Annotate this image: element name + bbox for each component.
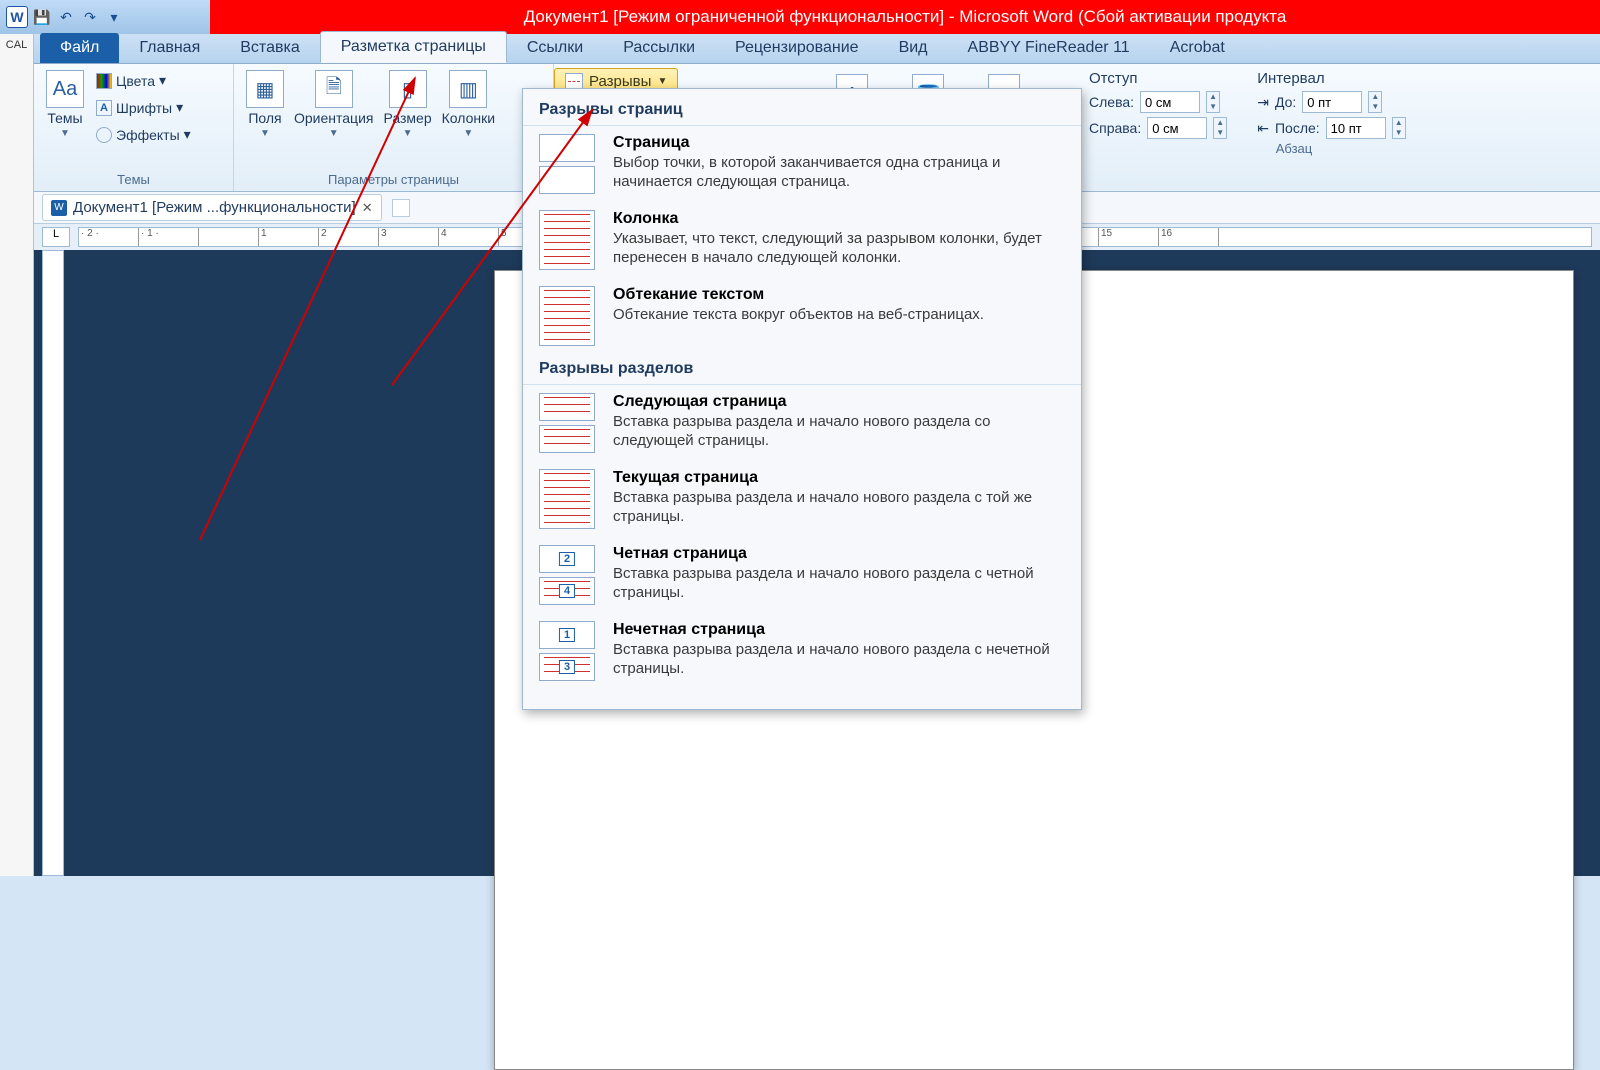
indent-right-label: Справа: [1089,120,1141,136]
indent-header: Отступ [1089,70,1227,87]
close-icon[interactable]: ✕ [362,200,373,216]
quick-access-toolbar: W 💾 ↶ ↷ ▾ [0,0,210,34]
spacing-before-icon: ⇥ [1257,94,1269,111]
margins-button[interactable]: ▦Поля▼ [244,68,286,141]
break-option-even-page[interactable]: Четная страницаВставка разрыва раздела и… [523,537,1081,613]
spinner[interactable]: ▲▼ [1213,117,1227,139]
tab-references[interactable]: Ссылки [507,33,603,63]
tab-mailings[interactable]: Рассылки [603,33,715,63]
breaks-icon [565,73,583,89]
group-paragraph: Отступ Слева: ▲▼ Справа: ▲▼ Интервал ⇥ До: ▲… [1079,64,1509,160]
ribbon-tabs: Файл Главная Вставка Разметка страницы С… [34,34,1600,64]
orientation-button[interactable]: 🗎Ориентация▼ [292,68,375,141]
spacing-header: Интервал [1257,70,1405,87]
left-app-fragment: CAL [6,39,27,51]
columns-button[interactable]: ▥Колонки▼ [440,68,497,141]
title-bar: W 💾 ↶ ↷ ▾ Документ1 [Режим ограниченной … [0,0,1600,34]
break-option-next-page[interactable]: Следующая страницаВставка разрыва раздел… [523,385,1081,461]
break-option-text-wrap[interactable]: Обтекание текстомОбтекание текста вокруг… [523,278,1081,354]
breaks-dropdown-menu: Разрывы страниц СтраницаВыбор точки, в к… [522,88,1082,710]
dropdown-section-page-breaks: Разрывы страниц [523,95,1081,126]
margins-icon: ▦ [246,70,284,108]
indent-left-label: Слева: [1089,94,1134,110]
redo-icon[interactable]: ↷ [80,7,100,27]
tab-page-layout[interactable]: Разметка страницы [320,31,507,63]
spinner[interactable]: ▲▼ [1368,91,1382,113]
break-option-column[interactable]: КолонкаУказывает, что текст, следующий з… [523,202,1081,278]
spacing-after-input[interactable] [1326,117,1386,139]
themes-label: Темы [47,110,82,126]
themes-icon: Aa [46,70,84,108]
spinner[interactable]: ▲▼ [1392,117,1406,139]
group-themes: Aa Темы ▼ Цвета ▾ AШрифты ▾ Эффекты ▾ Те… [34,64,234,191]
window-title: Документ1 [Режим ограниченной функционал… [210,0,1600,34]
tab-view[interactable]: Вид [879,33,948,63]
theme-colors-button[interactable]: Цвета ▾ [92,70,195,91]
left-app-strip: CAL [0,34,34,876]
tab-abbyy[interactable]: ABBYY FineReader 11 [948,33,1150,63]
group-page-setup-label: Параметры страницы [244,170,543,189]
orientation-icon: 🗎 [315,70,353,108]
tab-file[interactable]: Файл [40,33,119,63]
save-icon[interactable]: 💾 [32,7,52,27]
spacing-before-label: До: [1275,94,1296,110]
break-option-page[interactable]: СтраницаВыбор точки, в которой заканчива… [523,126,1081,202]
spacing-after-label: После: [1275,120,1320,136]
themes-button[interactable]: Aa Темы ▼ [44,68,86,141]
spinner[interactable]: ▲▼ [1206,91,1220,113]
group-themes-label: Темы [44,170,223,189]
dropdown-caret-icon: ▼ [60,128,70,139]
tab-acrobat[interactable]: Acrobat [1150,33,1245,63]
new-tab-icon[interactable] [392,199,410,217]
group-page-setup: ▦Поля▼ 🗎Ориентация▼ ▯Размер▼ ▥Колонки▼ П… [234,64,554,191]
theme-effects-button[interactable]: Эффекты ▾ [92,124,195,145]
document-tab[interactable]: W Документ1 [Режим ...функциональности] … [42,194,382,221]
spacing-after-icon: ⇤ [1257,120,1269,137]
break-option-continuous[interactable]: Текущая страницаВставка разрыва раздела … [523,461,1081,537]
tab-home[interactable]: Главная [119,33,220,63]
size-icon: ▯ [389,70,427,108]
indent-right-input[interactable] [1147,117,1207,139]
dropdown-section-section-breaks: Разрывы разделов [523,354,1081,385]
indent-left-input[interactable] [1140,91,1200,113]
fonts-icon: A [96,100,112,116]
qat-more-icon[interactable]: ▾ [104,7,124,27]
tab-review[interactable]: Рецензирование [715,33,879,63]
tab-insert[interactable]: Вставка [220,33,319,63]
colors-icon [96,73,112,89]
undo-icon[interactable]: ↶ [56,7,76,27]
break-option-odd-page[interactable]: Нечетная страницаВставка разрыва раздела… [523,613,1081,689]
size-button[interactable]: ▯Размер▼ [381,68,433,141]
spacing-before-input[interactable] [1302,91,1362,113]
vertical-ruler[interactable] [42,250,64,876]
theme-fonts-button[interactable]: AШрифты ▾ [92,97,195,118]
word-icon: W [6,6,28,28]
columns-icon: ▥ [449,70,487,108]
word-doc-icon: W [51,200,67,216]
group-paragraph-label: Абзац [1089,139,1499,158]
effects-icon [96,127,112,143]
tab-selector[interactable]: L [42,227,70,247]
dropdown-caret-icon: ▼ [657,76,667,87]
